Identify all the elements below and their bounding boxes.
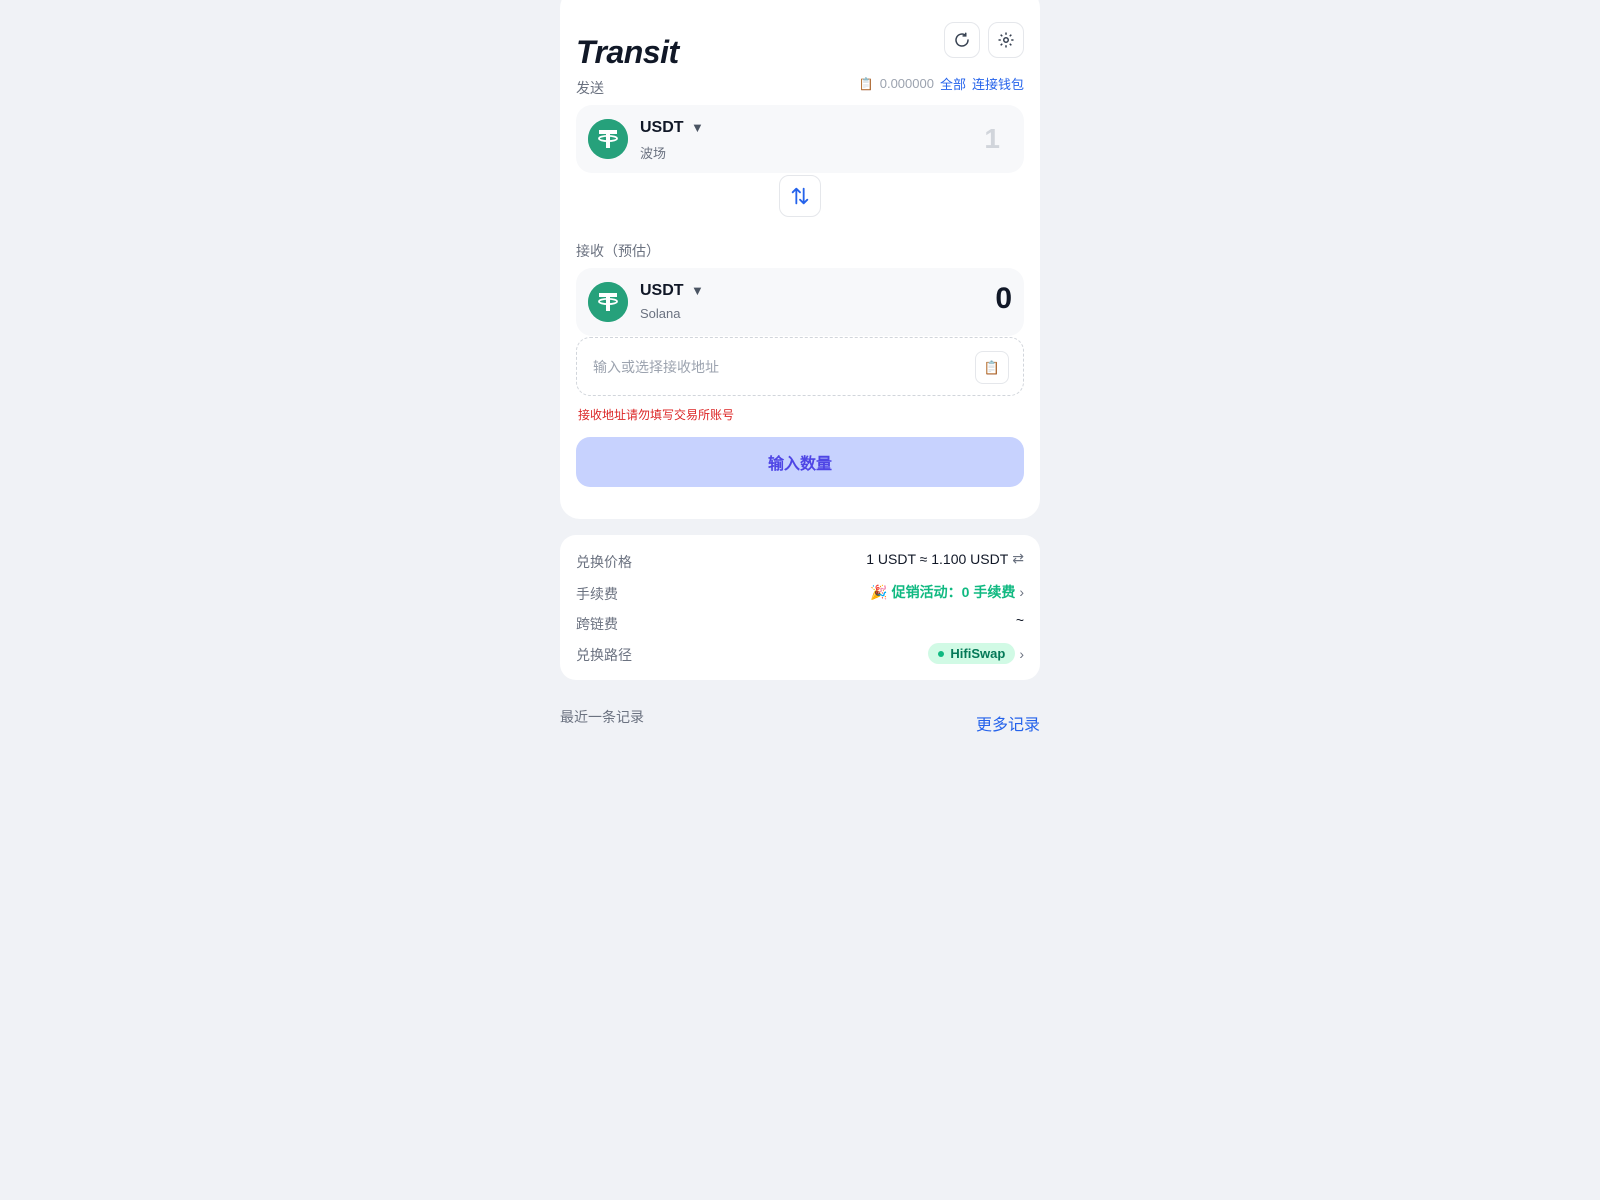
route-row[interactable]: 兑换路径 HifiSwap › <box>576 643 1024 665</box>
usdt-coin-icon <box>588 282 628 322</box>
caret-down-icon[interactable]: ▼ <box>691 283 704 298</box>
fee-label: 手续费 <box>576 586 618 602</box>
quote-info-card: 兑换价格 1 USDT ≈ 1.100 USDT ⇄ 手续费 🎉 促销活动：0 … <box>560 535 1040 680</box>
fee-row[interactable]: 手续费 🎉 促销活动：0 手续费 › <box>576 582 1024 604</box>
balance-value: 0.000000 <box>879 76 934 91</box>
gear-icon <box>998 32 1014 48</box>
route-name: HifiSwap <box>950 646 1006 661</box>
receive-chain-label: Solana <box>640 306 681 321</box>
bridge-fee-row: 跨链费 ~ <box>576 612 1024 634</box>
receive-token-selector[interactable]: USDT <box>640 282 684 300</box>
send-label: 发送 <box>576 80 604 96</box>
paste-address-button[interactable]: 📋 <box>975 351 1009 384</box>
usdt-coin-icon <box>588 119 628 159</box>
address-field-box: 📋 <box>576 337 1024 396</box>
brand-title: Transit <box>576 34 679 70</box>
swap-card: Transit 发送 📋 0.000000 全部 连接钱包 USDT ▼ 波场 … <box>560 0 1040 519</box>
connect-wallet-link[interactable]: 连接钱包 <box>972 74 1024 93</box>
chevron-right-icon: › <box>1019 645 1024 662</box>
party-icon: 🎉 <box>870 583 888 600</box>
rate-value: 1 USDT ≈ 1.100 USDT <box>866 550 1009 567</box>
caret-down-icon[interactable]: ▼ <box>691 120 704 135</box>
max-all-link[interactable]: 全部 <box>940 74 966 93</box>
swap-arrows-icon <box>791 187 809 205</box>
more-records-link[interactable]: 更多记录 <box>976 711 1040 735</box>
balance-row: 📋 0.000000 全部 连接钱包 <box>859 74 1024 93</box>
address-warning: 接收地址请勿填写交易所账号 <box>578 408 735 422</box>
send-chain-label: 波场 <box>640 146 667 161</box>
swap-direction-button[interactable] <box>779 175 821 217</box>
bridge-fee-value: ~ <box>1015 612 1024 628</box>
send-amount-input[interactable] <box>880 121 1000 157</box>
bridge-fee-label: 跨链费 <box>576 616 618 632</box>
chevron-right-icon: › <box>1019 584 1024 600</box>
refresh-icon <box>955 32 969 47</box>
receive-token-box: USDT ▼ Solana 0 <box>576 268 1024 336</box>
status-dot-icon <box>938 650 945 657</box>
clipboard-icon: 📋 <box>858 76 874 91</box>
receive-amount: 0 <box>995 282 1012 315</box>
receive-address-input[interactable] <box>593 356 953 378</box>
send-token-selector[interactable]: USDT <box>640 119 684 137</box>
settings-button[interactable] <box>988 22 1024 58</box>
rate-label: 兑换价格 <box>576 554 632 570</box>
receive-label: 接收（预估） <box>576 243 660 259</box>
swap-horizontal-icon[interactable]: ⇄ <box>1012 550 1024 567</box>
recent-record-label: 最近一条记录 <box>560 709 644 725</box>
refresh-button[interactable] <box>944 22 980 58</box>
rate-row: 兑换价格 1 USDT ≈ 1.100 USDT ⇄ <box>576 550 1024 572</box>
clipboard-icon: 📋 <box>983 359 1001 375</box>
enter-amount-button[interactable]: 输入数量 <box>576 437 1024 487</box>
send-token-box: USDT ▼ 波场 <box>576 105 1024 173</box>
fee-promo-value: 促销活动：0 手续费 <box>891 584 1016 600</box>
route-badge[interactable]: HifiSwap <box>928 643 1016 664</box>
route-label: 兑换路径 <box>576 647 632 663</box>
